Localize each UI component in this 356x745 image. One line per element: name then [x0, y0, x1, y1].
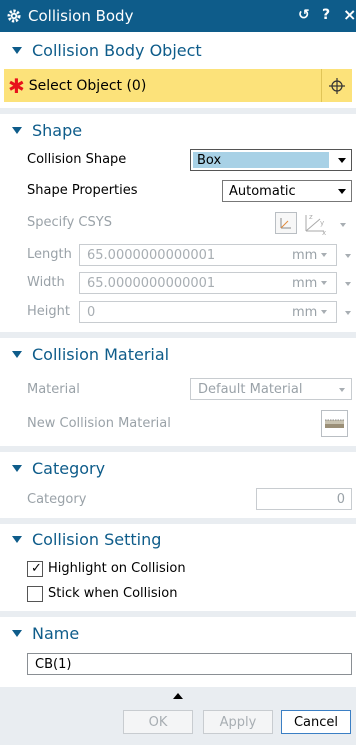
required-star-icon: ✱ [8, 73, 25, 98]
shape-properties-dropdown[interactable]: Automatic [222, 180, 352, 202]
svg-text:y: y [320, 219, 324, 227]
height-label: Height [27, 304, 70, 319]
highlight-on-collision-checkbox[interactable]: ✓ [27, 561, 43, 577]
section-title: Name [32, 623, 80, 643]
section-header-material[interactable]: Collision Material [0, 339, 356, 369]
width-value: 65.0000000000001 [87, 275, 216, 291]
chevron-down-icon [321, 281, 328, 285]
section-divider [0, 611, 356, 617]
chevron-down-icon [339, 388, 345, 392]
category-input[interactable]: 0 [256, 488, 352, 510]
section-header-object[interactable]: Collision Body Object [0, 35, 356, 65]
collapse-triangle-icon [12, 464, 22, 472]
collapse-up-icon[interactable] [173, 693, 183, 699]
chevron-down-icon[interactable] [345, 311, 351, 315]
specify-csys-label: Specify CSYS [27, 215, 112, 230]
material-label: Material [27, 382, 80, 397]
material-value: Default Material [198, 381, 303, 397]
width-unit: mm [292, 275, 318, 291]
category-label: Category [27, 492, 87, 507]
collision-shape-label: Collision Shape [27, 152, 127, 167]
chevron-down-icon[interactable] [345, 282, 351, 286]
svg-text:x: x [322, 229, 326, 236]
collapse-triangle-icon [12, 629, 22, 637]
checkmark-icon: ✓ [31, 561, 42, 576]
chevron-down-icon [321, 310, 328, 314]
select-object-row[interactable]: ✱ Select Object (0) [4, 69, 352, 102]
stick-when-collision-checkbox[interactable] [27, 586, 43, 602]
category-value: 0 [336, 491, 345, 507]
name-value: CB(1) [35, 656, 72, 672]
section-divider [0, 108, 356, 114]
chevron-down-icon [321, 253, 328, 257]
new-collision-material-label: New Collision Material [27, 416, 171, 431]
collapse-triangle-icon [12, 46, 22, 54]
dialog-title: Collision Body [28, 7, 134, 25]
shape-properties-value: Automatic [229, 183, 296, 199]
csys-dialog-icon[interactable] [275, 212, 297, 234]
section-header-setting[interactable]: Collision Setting [0, 524, 356, 554]
stick-when-collision-label: Stick when Collision [48, 586, 178, 601]
dialog-footer: OK Apply Cancel [0, 687, 356, 745]
height-unit-dropdown[interactable]: mm [292, 301, 328, 323]
select-object-label: Select Object (0) [28, 77, 147, 94]
section-divider [0, 446, 356, 452]
section-title: Collision Setting [32, 529, 162, 549]
chevron-down-icon [338, 158, 346, 163]
help-button[interactable]: ? [322, 7, 330, 23]
length-label: Length [27, 247, 72, 262]
collapse-triangle-icon [12, 126, 22, 134]
highlight-on-collision-label: Highlight on Collision [48, 561, 186, 576]
section-header-shape[interactable]: Shape [0, 115, 356, 145]
ok-button[interactable]: OK [123, 710, 193, 734]
collapse-triangle-icon [12, 535, 22, 543]
chevron-down-icon[interactable] [345, 254, 351, 258]
cancel-button[interactable]: Cancel [281, 710, 351, 734]
width-label: Width [27, 275, 65, 290]
shape-properties-label: Shape Properties [27, 183, 138, 198]
dialog-content: Collision Body Object ✱ Select Object (0… [0, 32, 356, 687]
length-unit-dropdown[interactable]: mm [292, 244, 328, 266]
gear-icon [7, 9, 21, 23]
material-dropdown[interactable]: Default Material [190, 378, 352, 400]
name-input[interactable]: CB(1) [27, 653, 352, 675]
section-title: Collision Body Object [32, 40, 202, 60]
title-bar: Collision Body ↺ ? × [0, 0, 356, 32]
section-title: Category [32, 458, 106, 478]
chevron-down-icon [338, 189, 346, 194]
section-header-category[interactable]: Category [0, 453, 356, 483]
svg-text:z: z [309, 213, 313, 221]
collision-shape-value: Box [197, 152, 222, 168]
section-title: Collision Material [32, 344, 170, 364]
material-library-icon[interactable] [321, 410, 348, 437]
width-unit-dropdown[interactable]: mm [292, 272, 328, 294]
collision-shape-dropdown[interactable]: Box [190, 149, 352, 171]
section-divider [0, 332, 356, 338]
crosshair-icon[interactable] [321, 69, 352, 102]
section-header-name[interactable]: Name [0, 618, 356, 648]
chevron-down-icon[interactable] [340, 223, 346, 227]
section-title: Shape [32, 120, 83, 140]
length-unit: mm [292, 247, 318, 263]
collapse-triangle-icon [12, 350, 22, 358]
reset-icon[interactable]: ↺ [298, 7, 310, 23]
close-button[interactable]: × [343, 5, 356, 24]
apply-button[interactable]: Apply [203, 710, 273, 734]
height-value: 0 [87, 304, 96, 320]
height-unit: mm [292, 304, 318, 320]
csys-axis-icon[interactable]: z y x [300, 210, 330, 237]
length-value: 65.0000000000001 [87, 247, 216, 263]
